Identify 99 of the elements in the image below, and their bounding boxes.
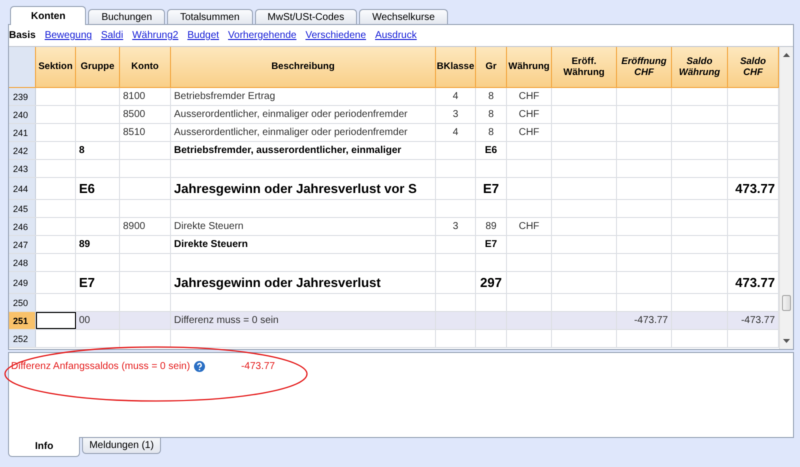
table-cell: E6 <box>484 145 498 156</box>
table-row[interactable]: 240 8500 Ausserordentlicher, einmaliger oder periodenfremder 3 8 CHF <box>9 106 779 124</box>
scrollbar[interactable] <box>779 47 793 349</box>
tab[interactable]: Konten <box>10 6 86 25</box>
column-header[interactable]: BKlasse <box>436 47 476 87</box>
column-header[interactable]: Gruppe <box>76 47 120 87</box>
table-cell: E7 <box>484 239 498 250</box>
table-cell: 473.77 <box>735 181 775 196</box>
table-row[interactable]: 247 89 Direkte Steuern E7 <box>9 236 779 254</box>
scroll-thumb[interactable] <box>782 295 791 311</box>
row-number: 245 <box>9 200 36 217</box>
table-cell: 8 <box>488 91 494 102</box>
table-cell: 8 <box>79 145 85 156</box>
table-cell: -473.77 <box>741 315 775 326</box>
row-number: 243 <box>9 160 36 177</box>
table-cell: 89 <box>485 221 497 232</box>
table-cell: 00 <box>79 315 90 326</box>
table-cell: 297 <box>480 275 502 290</box>
table-row[interactable]: 245 <box>9 200 779 218</box>
table-row[interactable]: 249 E7 Jahresgewinn oder Jahresverlust 297 473.77 <box>9 272 779 294</box>
table-row[interactable]: 246 8900 Direkte Steuern 3 89 CHF <box>9 218 779 236</box>
table-cell: 8900 <box>123 221 146 232</box>
table-cell: Direkte Steuern <box>174 239 248 250</box>
table-row[interactable]: 242 8 Betriebsfremder, ausserordentlicher, einmaliger E6 <box>9 142 779 160</box>
table-cell: Differenz muss = 0 sein <box>174 315 279 326</box>
row-number: 251 <box>9 312 36 329</box>
row-number: 239 <box>9 88 36 105</box>
tab[interactable]: MwSt/USt-Codes <box>254 9 358 24</box>
view-link[interactable]: Budget <box>187 30 220 41</box>
info-value: -473.77 <box>241 361 275 372</box>
row-number: 246 <box>9 218 36 235</box>
column-header[interactable]: Beschreibung <box>171 47 436 87</box>
table-cell: CHF <box>518 109 540 120</box>
table-cell: 473.77 <box>735 275 775 290</box>
tab[interactable]: Buchungen <box>88 9 166 24</box>
table-cell: 8510 <box>123 127 146 138</box>
column-header[interactable]: Währung <box>507 47 552 87</box>
table-cell: CHF <box>518 91 540 102</box>
table-cell: 8500 <box>123 109 146 120</box>
table-cell: Ausserordentlicher, einmaliger oder periodenfremder <box>174 109 408 120</box>
view-link[interactable]: Währung2 <box>132 30 178 41</box>
row-number: 248 <box>9 254 36 271</box>
row-number: 249 <box>9 272 36 293</box>
help-icon[interactable] <box>194 361 206 372</box>
table-row[interactable]: 241 8510 Ausserordentlicher, einmaliger oder periodenfremder 4 8 CHF <box>9 124 779 142</box>
table-row[interactable]: 244 E6 Jahresgewinn oder Jahresverlust vor S E7 473.77 <box>9 178 779 200</box>
view-link[interactable]: Basis <box>9 30 36 41</box>
table-cell: E7 <box>79 275 95 290</box>
row-number: 250 <box>9 294 36 311</box>
column-header[interactable]: Sektion <box>36 47 76 87</box>
tab[interactable]: Meldungen (1) <box>82 438 161 454</box>
tab[interactable]: Wechselkurse <box>359 9 448 24</box>
tab[interactable]: Info <box>8 437 80 457</box>
table-row[interactable]: 252 <box>9 330 779 348</box>
table-cell: -473.77 <box>634 315 668 326</box>
cell-cursor[interactable] <box>36 312 76 329</box>
tab[interactable]: Totalsummen <box>167 9 253 24</box>
view-link[interactable]: Vorhergehende <box>228 30 296 41</box>
column-header[interactable]: Saldo Währung <box>672 47 728 87</box>
column-header[interactable]: Gr <box>476 47 507 87</box>
table-cell: 8 <box>488 127 494 138</box>
table-cell: CHF <box>518 127 540 138</box>
row-number: 244 <box>9 178 36 199</box>
view-link[interactable]: Saldi <box>100 30 124 41</box>
table-cell: 3 <box>452 221 458 232</box>
table-cell: CHF <box>518 221 540 232</box>
table-row[interactable]: 239 8100 Betriebsfremder Ertrag 4 8 CHF <box>9 88 779 106</box>
table-cell: 89 <box>79 239 90 250</box>
table-cell: Betriebsfremder, ausserordentlicher, einmaliger <box>174 145 402 156</box>
view-link[interactable]: Bewegung <box>44 30 92 41</box>
table-row[interactable]: 250 <box>9 294 779 312</box>
table-cell: Direkte Steuern <box>174 221 244 232</box>
table-cell: 4 <box>452 127 458 138</box>
table-cell: 3 <box>452 109 458 120</box>
view-link[interactable]: Verschiedene <box>305 30 366 41</box>
up-arrow-icon[interactable] <box>783 53 790 57</box>
row-number: 241 <box>9 124 36 141</box>
table-cell: Ausserordentlicher, einmaliger oder periodenfremder <box>174 127 408 138</box>
row-number: 242 <box>9 142 36 159</box>
table-cell: 8100 <box>123 91 146 102</box>
table-cell: E6 <box>79 181 95 196</box>
info-label: Differenz Anfangssaldos (muss = 0 sein) <box>11 361 190 372</box>
table-row[interactable]: 243 <box>9 160 779 178</box>
table-cell: Jahresgewinn oder Jahresverlust <box>174 275 381 290</box>
table-cell: Jahresgewinn oder Jahresverlust vor S <box>174 181 417 196</box>
row-number: 240 <box>9 106 36 123</box>
view-link[interactable]: Ausdruck <box>375 30 417 41</box>
column-header[interactable]: Eröff. Währung <box>552 47 617 87</box>
table-cell: 8 <box>488 109 494 120</box>
down-arrow-icon[interactable] <box>783 339 790 343</box>
table-cell: E7 <box>483 181 499 196</box>
table-cell: 4 <box>452 91 458 102</box>
table-row[interactable]: 251 00 Differenz muss = 0 sein -473.77 -473.77 <box>9 312 779 330</box>
table-cell: Betriebsfremder Ertrag <box>174 91 276 102</box>
column-header[interactable]: Eröffnung CHF <box>617 47 672 87</box>
table-row[interactable]: 248 <box>9 254 779 272</box>
column-header[interactable]: Konto <box>120 47 171 87</box>
row-number: 247 <box>9 236 36 253</box>
row-number: 252 <box>9 330 36 347</box>
